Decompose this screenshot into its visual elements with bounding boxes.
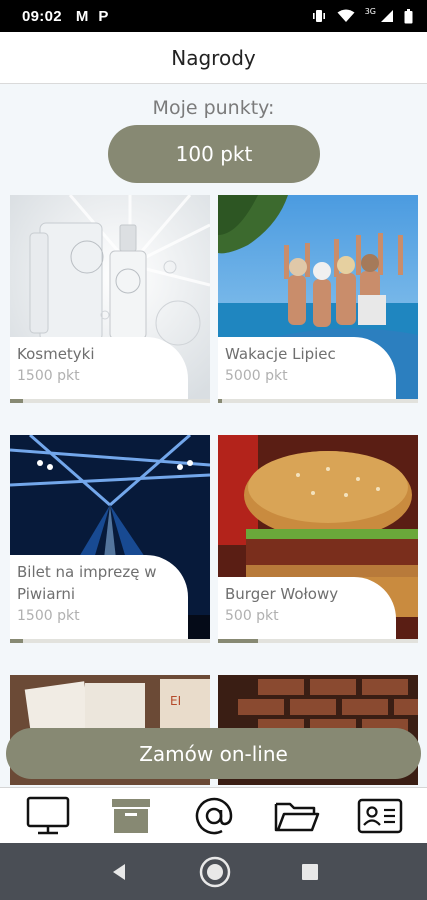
order-online-button[interactable]: Zamów on-line [6,728,421,779]
at-sign-icon [195,797,232,834]
reward-progress-fill [10,639,24,643]
reward-points: 1500 pkt [17,368,80,384]
reward-progress-track [218,639,418,643]
reward-title: Burger Wołowy [225,585,339,603]
reward-tile-burger[interactable]: Burger Wołowy 500 pkt [218,435,418,645]
nav-item-files[interactable] [267,792,327,840]
svg-text:EI: EI [170,694,181,708]
points-balance: 100 pkt [108,125,320,183]
reward-progress-fill [218,639,258,643]
bottom-nav [0,787,427,843]
battery-icon [404,8,413,23]
reward-caption: Bilet na imprezę w Piwiarni 1500 pkt [10,555,188,639]
status-bar: 09:02 M P 3G [0,0,427,32]
monitor-icon [26,796,69,834]
status-time: 09:02 [22,7,62,25]
vibrate-icon [312,10,325,22]
reward-points: 1500 pkt [17,608,80,624]
nav-item-rewards[interactable] [101,792,161,840]
folder-icon [274,802,319,831]
system-nav-bar [0,843,427,900]
nav-item-monitor[interactable] [18,792,78,840]
reward-tile-vacation[interactable]: Wakacje Lipiec 5000 pkt [218,195,418,405]
nav-item-profile[interactable] [350,792,410,840]
reward-progress-fill [10,399,24,403]
app-screen: 09:02 M P 3G Nagrody Moje punkty: 100 pk… [0,0,427,900]
p-app-notification-icon: P [98,7,109,25]
reward-tile-cosmetics[interactable]: Kosmetyki 1500 pkt [10,195,210,405]
reward-progress-track [218,399,418,403]
back-icon[interactable] [109,862,129,882]
reward-points: 500 pkt [225,608,279,624]
home-icon[interactable] [199,856,231,888]
points-label: Moje punkty: [152,97,275,119]
recents-icon[interactable] [301,863,319,881]
app-header: Nagrody [0,32,427,84]
system-icons: 3G [311,6,413,24]
reward-caption: Burger Wołowy 500 pkt [218,577,396,639]
reward-caption: Kosmetyki 1500 pkt [10,337,188,399]
nav-item-contact[interactable] [184,792,244,840]
reward-caption: Wakacje Lipiec 5000 pkt [218,337,396,399]
reward-tile-party-ticket[interactable]: Bilet na imprezę w Piwiarni 1500 pkt [10,435,210,645]
reward-title: Bilet na imprezę w Piwiarni [17,563,157,603]
reward-title: Wakacje Lipiec [225,345,336,363]
rewards-content[interactable]: Moje punkty: 100 pkt Kosmetyki 1500 pkt … [0,85,427,785]
reward-progress-track [10,639,210,643]
reward-points: 5000 pkt [225,368,288,384]
network-type: 3G [364,6,376,16]
reward-progress-fill [218,399,222,403]
wifi-icon [337,9,355,22]
reward-title: Kosmetyki [17,345,95,363]
page-title: Nagrody [171,45,256,70]
gmail-notification-icon: M [75,7,89,25]
signal-icon [381,10,393,22]
reward-progress-track [10,399,210,403]
contact-card-icon [357,798,402,833]
archive-box-icon [111,798,150,833]
notification-icons: M P [76,8,109,25]
